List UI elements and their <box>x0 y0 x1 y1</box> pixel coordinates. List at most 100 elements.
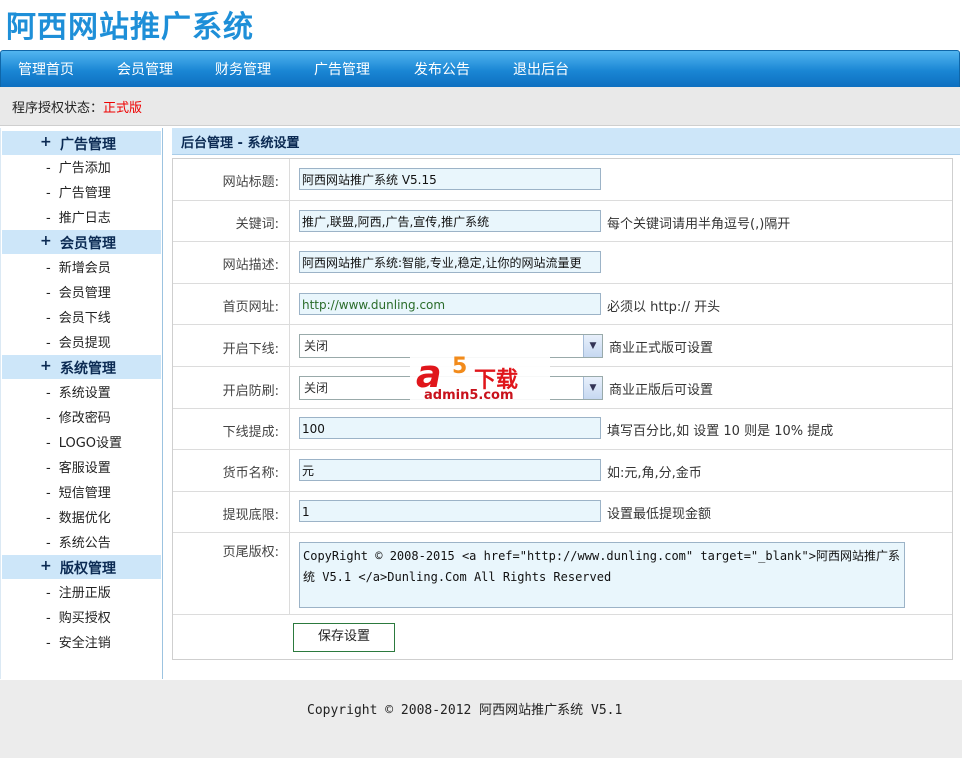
nav-item-members[interactable]: 会员管理 <box>117 59 173 79</box>
dash-icon: - <box>46 586 51 601</box>
sidebar-item-manage-members[interactable]: - 会员管理 <box>46 282 111 301</box>
footer-copyright-textarea[interactable]: CopyRight © 2008-2015 <a href="http://ww… <box>299 542 905 608</box>
description-input[interactable]: 阿西网站推广系统:智能,专业,稳定,让你的网站流量更 <box>299 251 601 273</box>
field-label: 关键词: <box>235 217 279 232</box>
dash-icon: - <box>46 311 51 326</box>
settings-form: 网站标题: 阿西网站推广系统 V5.15 关键词: 推广,联盟,阿西,广告,宣传… <box>172 158 953 660</box>
nav-item-logout[interactable]: 退出后台 <box>513 59 569 79</box>
sidebar-group-ads[interactable]: + 广告管理 <box>2 131 161 155</box>
nav-item-finance[interactable]: 财务管理 <box>215 59 271 79</box>
sidebar-group-title: 会员管理 <box>60 236 116 252</box>
homepage-hint: 必须以 http:// 开头 <box>607 300 721 315</box>
sidebar-item-change-password[interactable]: - 修改密码 <box>46 407 111 426</box>
sidebar-item-manage-ads[interactable]: - 广告管理 <box>46 182 111 201</box>
commission-hint: 填写百分比,如 设置 10 则是 10% 提成 <box>607 424 834 439</box>
sidebar-group-title: 广告管理 <box>60 137 116 153</box>
sidebar-item-buy-license[interactable]: - 购买授权 <box>46 607 111 626</box>
dash-icon: - <box>46 386 51 401</box>
commission-input[interactable]: 100 <box>299 417 601 439</box>
keywords-hint: 每个关键词请用半角逗号(,)隔开 <box>607 217 791 232</box>
admin5-watermark: a 5 下载 admin5.com <box>410 352 550 407</box>
form-label-cell: 页尾版权: <box>173 533 290 614</box>
sidebar-item-sms[interactable]: - 短信管理 <box>46 482 111 501</box>
field-label: 开启下线: <box>222 342 279 357</box>
nav-item-home[interactable]: 管理首页 <box>18 59 74 79</box>
panel-header: 后台管理 - 系统设置 <box>172 128 960 155</box>
save-button[interactable]: 保存设置 <box>293 623 395 652</box>
watermark-5: 5 <box>452 354 468 379</box>
field-label: 首页网址: <box>222 300 279 315</box>
form-row-antispam: 开启防刷: 关闭 ▼ 商业正版后可设置 <box>173 367 952 409</box>
dash-icon: - <box>46 261 51 276</box>
downline-select-value: 关闭 <box>304 339 329 353</box>
currency-input[interactable]: 元 <box>299 459 601 481</box>
sidebar-group-system[interactable]: + 系统管理 <box>2 355 161 379</box>
license-status-value: 正式版 <box>103 101 143 116</box>
form-row-submit: 保存设置 <box>173 615 952 659</box>
currency-hint: 如:元,角,分,金币 <box>607 466 702 481</box>
form-label-cell: 网站标题: <box>173 159 290 200</box>
form-row-commission: 下线提成: 100 填写百分比,如 设置 10 则是 10% 提成 <box>173 409 952 450</box>
field-label: 网站描述: <box>222 258 279 273</box>
sidebar-item-announcements[interactable]: - 系统公告 <box>46 532 111 551</box>
header: 阿西网站推广系统 <box>0 0 962 50</box>
form-label-cell: 关键词: <box>173 201 290 241</box>
sidebar-item-label: 新增会员 <box>58 261 111 276</box>
sidebar-item-promo-log[interactable]: - 推广日志 <box>46 207 111 226</box>
sidebar-item-label: 系统设置 <box>58 386 111 401</box>
license-status-label: 程序授权状态： <box>12 101 104 116</box>
form-row-downline: 开启下线: 关闭 ▼ 商业正式版可设置 <box>173 325 952 367</box>
form-label-cell: 开启防刷: <box>173 367 290 408</box>
form-label-cell: 下线提成: <box>173 409 290 449</box>
sidebar-item-secure-logout[interactable]: - 安全注销 <box>46 632 111 651</box>
dash-icon: - <box>46 411 51 426</box>
form-label-cell: 首页网址: <box>173 284 290 324</box>
sidebar-item-label: 推广日志 <box>58 211 111 226</box>
field-label: 页尾版权: <box>222 545 279 560</box>
chevron-down-icon[interactable]: ▼ <box>583 377 602 399</box>
sidebar-group-copyright[interactable]: + 版权管理 <box>2 555 161 579</box>
sidebar-item-withdrawals[interactable]: - 会员提现 <box>46 332 111 351</box>
sidebar-item-add-ad[interactable]: - 广告添加 <box>46 157 111 176</box>
form-row-description: 网站描述: 阿西网站推广系统:智能,专业,稳定,让你的网站流量更 <box>173 242 952 284</box>
downline-hint: 商业正式版可设置 <box>609 341 714 356</box>
sidebar-item-label: 广告添加 <box>58 161 111 176</box>
sidebar-item-label: 短信管理 <box>58 486 111 501</box>
panel-title: 后台管理 - 系统设置 <box>181 136 300 151</box>
sidebar-item-new-member[interactable]: - 新增会员 <box>46 257 111 276</box>
dash-icon: - <box>46 186 51 201</box>
field-label: 货币名称: <box>222 466 279 481</box>
sidebar-item-label: 购买授权 <box>58 611 111 626</box>
sidebar-item-downlines[interactable]: - 会员下线 <box>46 307 111 326</box>
homepage-input[interactable]: http://www.dunling.com <box>299 293 601 315</box>
nav-item-ads[interactable]: 广告管理 <box>314 59 370 79</box>
form-row-min-withdraw: 提现底限: 1 设置最低提现金额 <box>173 492 952 533</box>
form-row-footer-copyright: 页尾版权: CopyRight © 2008-2015 <a href="htt… <box>173 533 952 615</box>
keywords-input[interactable]: 推广,联盟,阿西,广告,宣传,推广系统 <box>299 210 601 232</box>
antispam-hint: 商业正版后可设置 <box>609 383 714 398</box>
sidebar-item-support-settings[interactable]: - 客服设置 <box>46 457 111 476</box>
form-label-cell: 开启下线: <box>173 325 290 366</box>
nav-item-notice[interactable]: 发布公告 <box>414 59 470 79</box>
min-withdraw-hint: 设置最低提现金额 <box>607 507 712 522</box>
top-nav: 管理首页 会员管理 财务管理 广告管理 发布公告 退出后台 <box>0 50 960 88</box>
dash-icon: - <box>46 336 51 351</box>
min-withdraw-input[interactable]: 1 <box>299 500 601 522</box>
sidebar-group-members[interactable]: + 会员管理 <box>2 230 161 254</box>
app-title: 阿西网站推广系统 <box>6 10 254 45</box>
field-label: 提现底限: <box>222 508 279 523</box>
chevron-down-icon[interactable]: ▼ <box>583 335 602 357</box>
sidebar-item-system-settings[interactable]: - 系统设置 <box>46 382 111 401</box>
plus-icon: + <box>40 233 52 249</box>
watermark-url: admin5.com <box>424 388 514 403</box>
sidebar-item-register[interactable]: - 注册正版 <box>46 582 111 601</box>
sidebar-item-logo-settings[interactable]: - LOGO设置 <box>46 432 122 451</box>
dash-icon: - <box>46 511 51 526</box>
site-title-input[interactable]: 阿西网站推广系统 V5.15 <box>299 168 601 190</box>
sidebar-item-label: 注册正版 <box>58 586 111 601</box>
sidebar-item-label: 客服设置 <box>58 461 111 476</box>
sidebar-item-data-optimize[interactable]: - 数据优化 <box>46 507 111 526</box>
sidebar-group-title: 系统管理 <box>60 361 116 377</box>
dash-icon: - <box>46 486 51 501</box>
dash-icon: - <box>46 636 51 651</box>
